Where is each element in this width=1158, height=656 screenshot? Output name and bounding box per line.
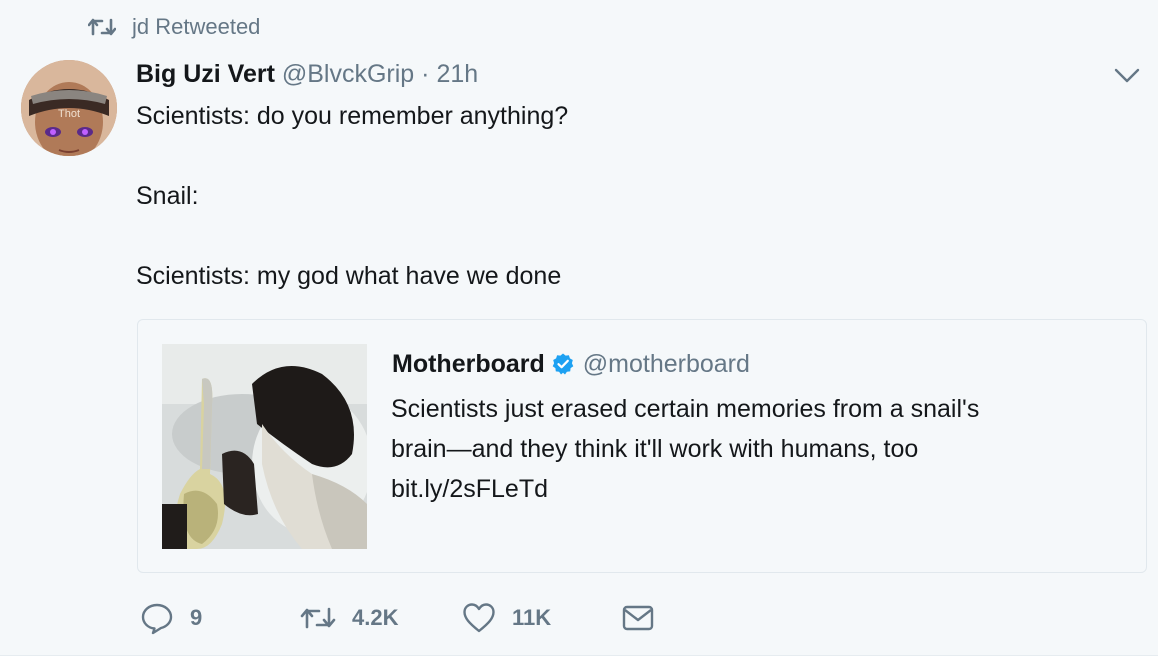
quoted-tweet-text-line: brain—and they think it'll work with hum…: [391, 435, 919, 463]
avatar[interactable]: Thot: [21, 60, 117, 156]
tweet-text-line: Scientists: do you remember anything?: [136, 102, 569, 130]
tweet[interactable]: jd Retweeted Thot Big Uzi Vert @BlvckGri…: [0, 0, 1158, 656]
author-name[interactable]: Big Uzi Vert: [136, 60, 275, 88]
reply-button[interactable]: 9: [140, 601, 300, 635]
retweet-context: jd Retweeted: [88, 14, 260, 40]
tweet-header: Big Uzi Vert @BlvckGrip · 21h: [136, 58, 478, 90]
quoted-tweet[interactable]: Motherboard @motherboard Scientists just…: [137, 319, 1147, 573]
tweet-text-line: Snail:: [136, 182, 199, 210]
quoted-author-handle[interactable]: @motherboard: [583, 346, 750, 382]
tweet-text-line: Scientists: my god what have we done: [136, 262, 562, 290]
tweet-timestamp[interactable]: 21h: [436, 60, 478, 88]
retweet-context-label[interactable]: jd Retweeted: [132, 14, 260, 40]
like-count: 11K: [512, 605, 552, 630]
reply-icon: [141, 603, 173, 635]
avatar-image: Thot: [21, 60, 117, 156]
quoted-author-name[interactable]: Motherboard: [392, 346, 545, 382]
quoted-tweet-header: Motherboard @motherboard: [392, 346, 750, 382]
quoted-tweet-image[interactable]: [162, 344, 367, 549]
message-icon: [622, 605, 654, 631]
retweet-icon: [300, 607, 336, 629]
quoted-tweet-link[interactable]: bit.ly/2sFLeTd: [391, 469, 1111, 509]
like-button[interactable]: 11K: [462, 602, 622, 634]
tweet-actions: 9 4.2K 11K: [140, 598, 654, 638]
reply-count: 9: [190, 605, 203, 630]
author-handle[interactable]: @BlvckGrip: [282, 60, 414, 88]
quoted-tweet-text-line: Scientists just erased certain memories …: [391, 395, 980, 423]
chevron-down-icon[interactable]: [1112, 64, 1142, 86]
verified-badge-icon: [552, 353, 574, 375]
tweet-text-line: [136, 136, 1116, 176]
like-icon: [463, 603, 495, 633]
retweet-icon: [88, 18, 116, 36]
direct-message-button[interactable]: [622, 605, 654, 631]
avatar-headband-text: Thot: [58, 108, 80, 120]
tweet-text: Scientists: do you remember anything? Sn…: [136, 96, 1116, 296]
quoted-tweet-text: Scientists just erased certain memories …: [391, 389, 1111, 509]
retweet-button[interactable]: 4.2K: [300, 603, 462, 633]
tweet-text-line: [136, 216, 1116, 256]
retweet-count: 4.2K: [352, 605, 399, 630]
header-separator: ·: [421, 60, 430, 88]
